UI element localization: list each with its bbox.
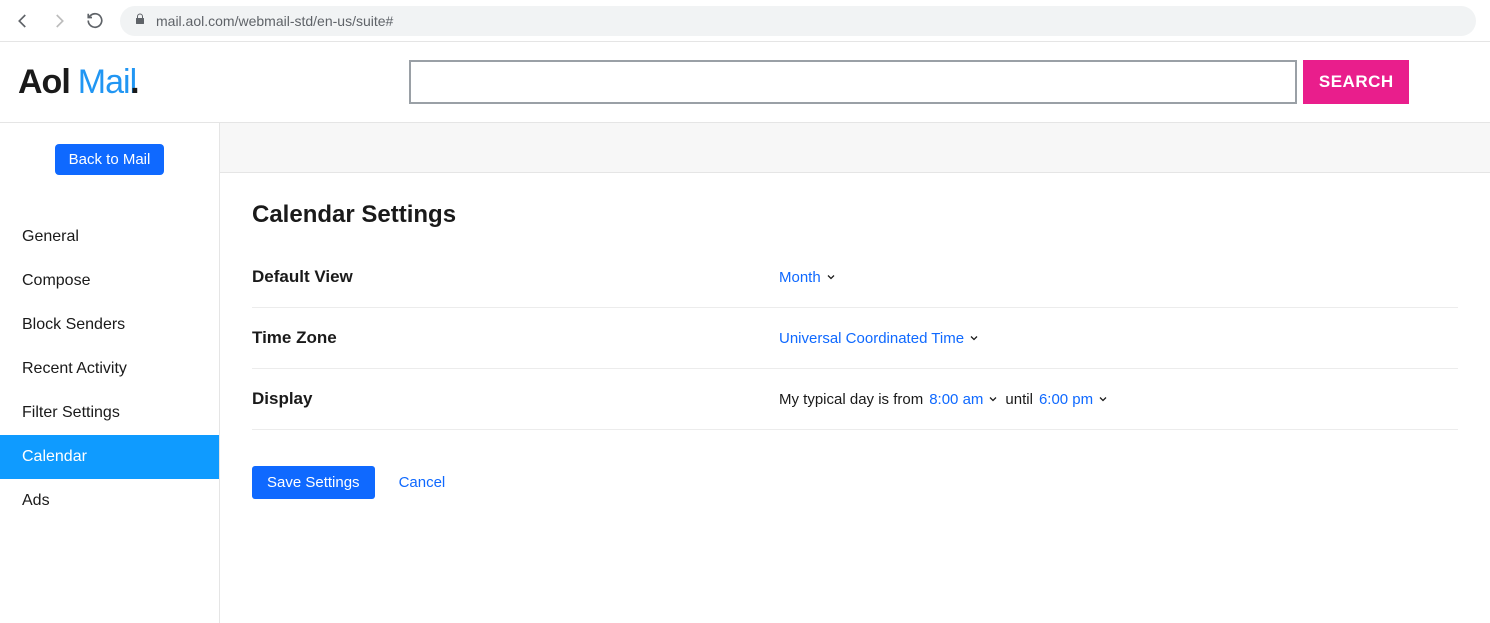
label-display: Display xyxy=(252,389,779,409)
row-display: Display My typical day is from 8:00 am u… xyxy=(252,369,1458,430)
sidebar-item-filter-settings[interactable]: Filter Settings xyxy=(0,391,219,435)
browser-toolbar: mail.aol.com/webmail-std/en-us/suite# xyxy=(0,0,1490,42)
reload-icon[interactable] xyxy=(86,12,104,30)
row-time-zone: Time Zone Universal Coordinated Time xyxy=(252,308,1458,369)
search-container: SEARCH xyxy=(139,60,1470,104)
display-from-value: 8:00 am xyxy=(929,391,983,408)
back-icon[interactable] xyxy=(14,12,32,30)
sidebar-item-general[interactable]: General xyxy=(0,215,219,259)
aol-mail-logo[interactable]: Aol Mail. xyxy=(18,63,139,102)
logo-mail: Mail xyxy=(78,63,136,101)
chevron-down-icon xyxy=(1097,393,1109,405)
sidebar-item-calendar[interactable]: Calendar xyxy=(0,435,219,479)
content-topbar xyxy=(220,123,1490,173)
label-time-zone: Time Zone xyxy=(252,328,779,348)
search-button[interactable]: SEARCH xyxy=(1303,60,1409,104)
page-title: Calendar Settings xyxy=(252,201,1458,229)
display-to-value: 6:00 pm xyxy=(1039,391,1093,408)
row-default-view: Default View Month xyxy=(252,259,1458,308)
display-to-dropdown[interactable]: 6:00 pm xyxy=(1039,391,1109,408)
chevron-down-icon xyxy=(968,332,980,344)
logo-dot: . xyxy=(130,63,138,101)
lock-icon xyxy=(134,12,146,29)
settings-sidebar: Back to Mail General Compose Block Sende… xyxy=(0,123,220,623)
actions-row: Save Settings Cancel xyxy=(252,466,1458,499)
back-to-mail-button[interactable]: Back to Mail xyxy=(55,144,165,175)
url-bar[interactable]: mail.aol.com/webmail-std/en-us/suite# xyxy=(120,6,1476,36)
time-zone-dropdown[interactable]: Universal Coordinated Time xyxy=(779,330,980,347)
chevron-down-icon xyxy=(825,271,837,283)
save-settings-button[interactable]: Save Settings xyxy=(252,466,375,499)
sidebar-item-compose[interactable]: Compose xyxy=(0,259,219,303)
logo-aol: Aol xyxy=(18,63,70,102)
nav-arrows xyxy=(14,12,104,30)
app-header: Aol Mail. SEARCH xyxy=(0,42,1490,123)
time-zone-value: Universal Coordinated Time xyxy=(779,330,964,347)
default-view-value: Month xyxy=(779,269,821,286)
display-middle: until xyxy=(1005,391,1033,408)
url-text: mail.aol.com/webmail-std/en-us/suite# xyxy=(156,13,393,29)
chevron-down-icon xyxy=(987,393,999,405)
content-area: Calendar Settings Default View Month Tim… xyxy=(220,123,1490,623)
search-input[interactable] xyxy=(409,60,1297,104)
sidebar-item-block-senders[interactable]: Block Senders xyxy=(0,303,219,347)
label-default-view: Default View xyxy=(252,267,779,287)
cancel-link[interactable]: Cancel xyxy=(399,474,446,491)
display-from-dropdown[interactable]: 8:00 am xyxy=(929,391,999,408)
display-prefix: My typical day is from xyxy=(779,391,923,408)
default-view-dropdown[interactable]: Month xyxy=(779,269,837,286)
sidebar-item-ads[interactable]: Ads xyxy=(0,479,219,523)
forward-icon xyxy=(50,12,68,30)
sidebar-item-recent-activity[interactable]: Recent Activity xyxy=(0,347,219,391)
